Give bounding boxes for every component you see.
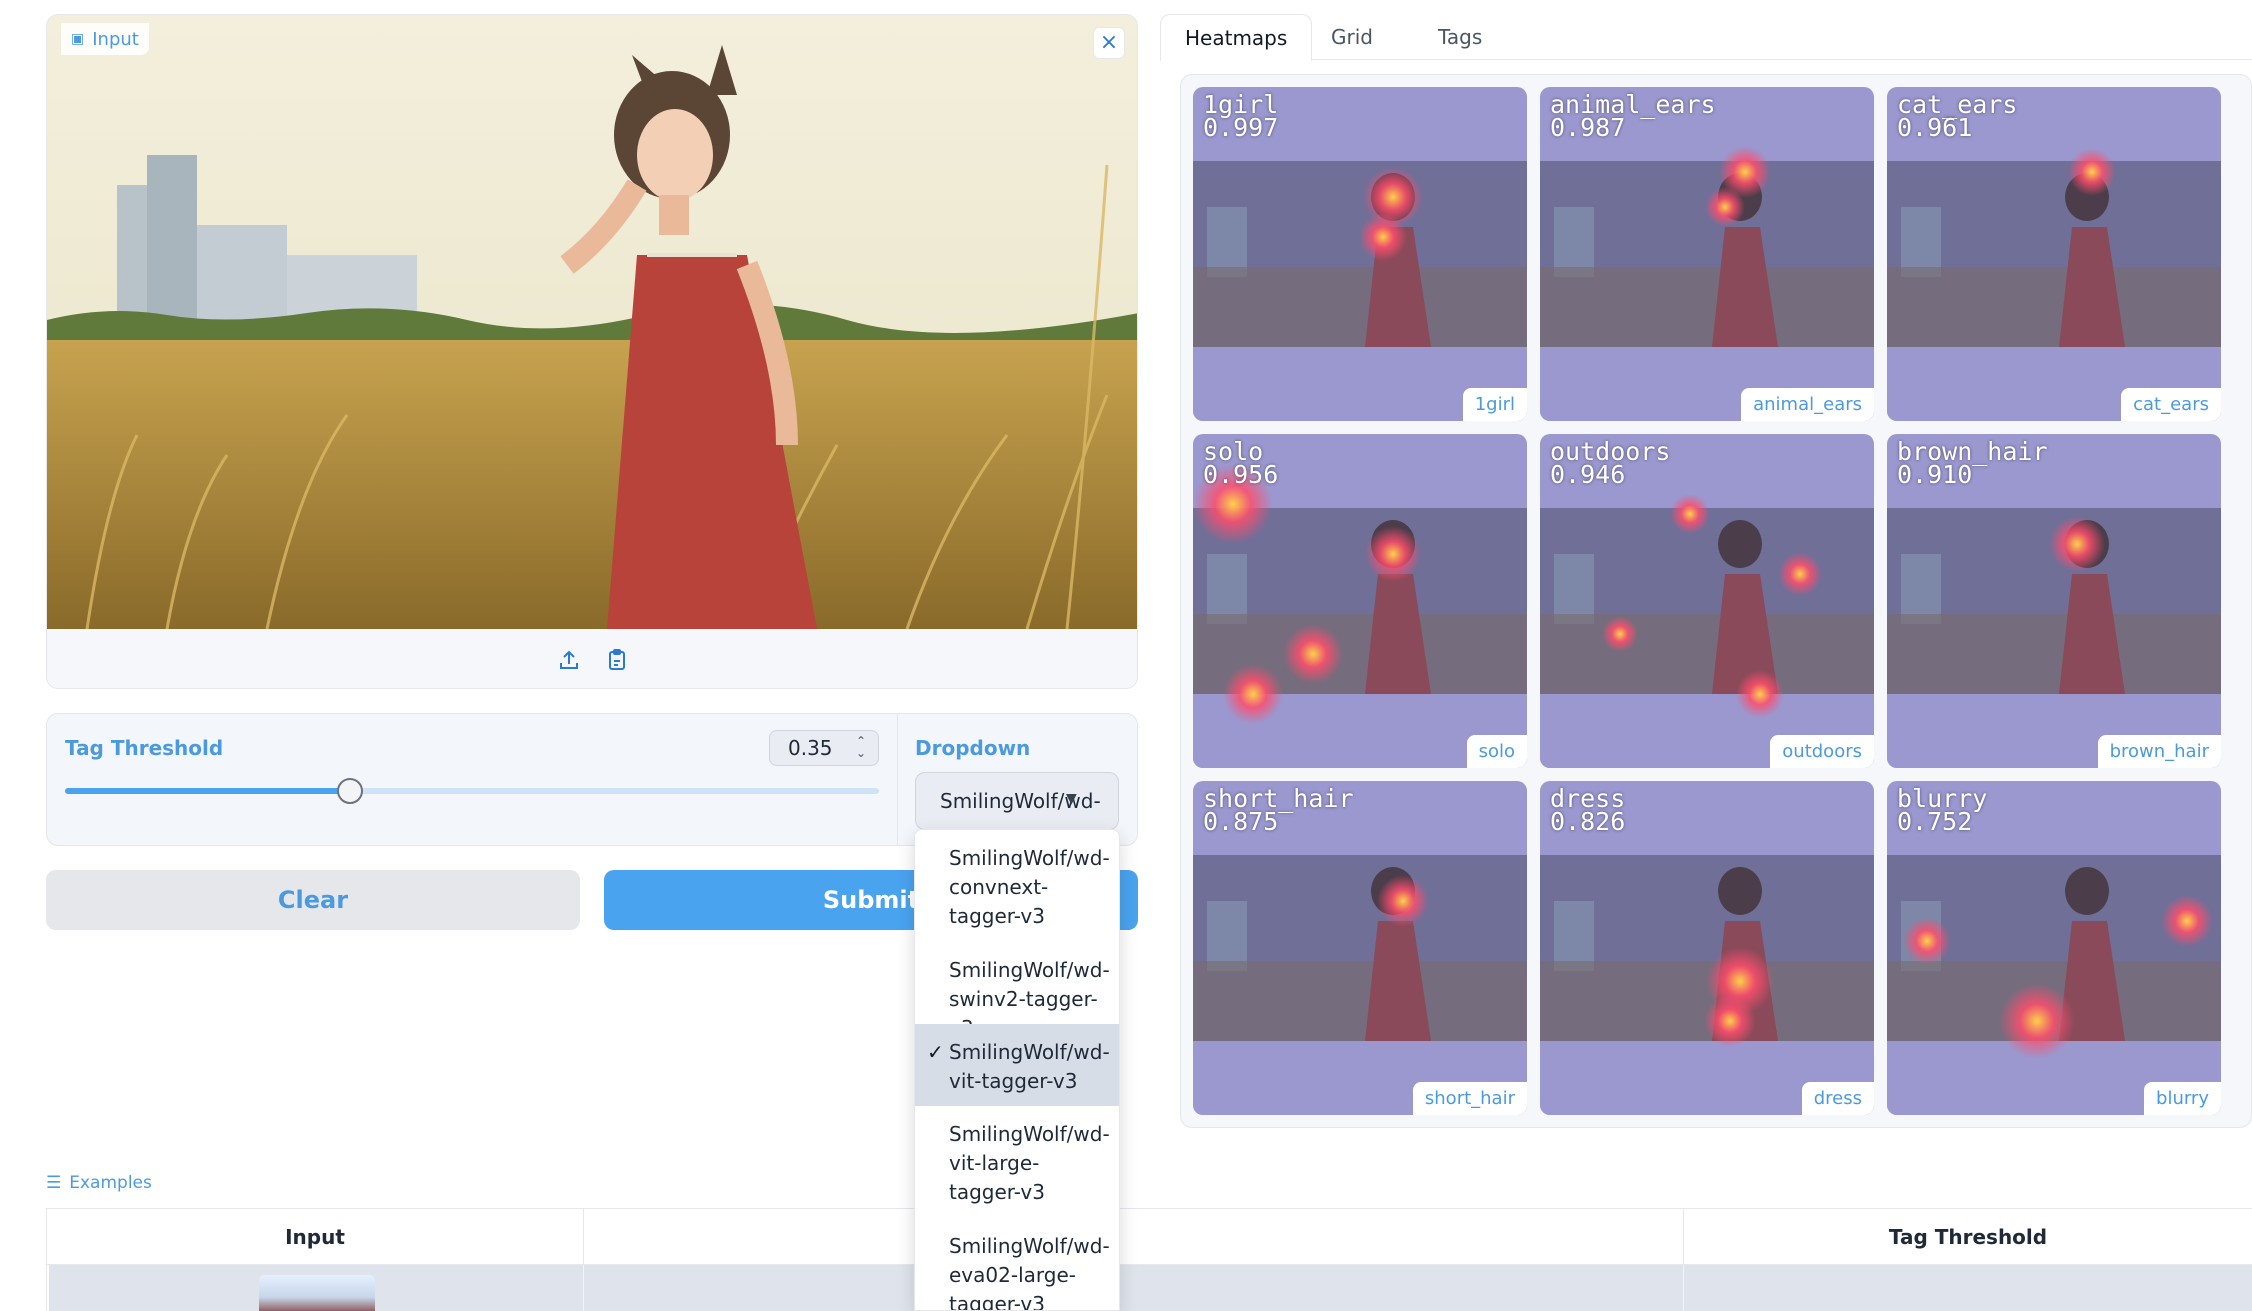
dropdown-option[interactable]: SmilingWolf/wd-eva02-large-tagger-v3 — [915, 1218, 1119, 1311]
heatmap-item[interactable]: brown_hair 0.910 brown_hair — [1887, 434, 2221, 768]
dropdown-label: Dropdown — [915, 736, 1031, 760]
example-cell-input[interactable] — [49, 1265, 584, 1311]
tab-grid[interactable]: Grid — [1307, 14, 1397, 60]
heatmap-item[interactable]: solo 0.956 solo — [1193, 434, 1527, 768]
heatmap-score: 0.875 — [1203, 807, 1279, 836]
slider-fill — [65, 788, 350, 794]
model-dropdown[interactable]: SmilingWolf/wd- — [915, 772, 1119, 830]
heatmap-score: 0.956 — [1203, 460, 1279, 489]
chevron-down-icon[interactable]: ▼ — [1066, 791, 1077, 807]
clear-button[interactable]: Clear — [46, 870, 580, 930]
heatmap-item[interactable]: animal_ears 0.987 animal_ears — [1540, 87, 1874, 421]
heatmap-tag-score: blurry 0.752 — [1897, 786, 1987, 836]
heatmap-item[interactable]: cat_ears 0.961 cat_ears — [1887, 87, 2221, 421]
examples-label: ☰ Examples — [46, 1173, 152, 1193]
clipboard-icon[interactable] — [604, 647, 630, 673]
tag-threshold-value: 0.35 — [788, 736, 833, 760]
dropdown-option-label: SmilingWolf/wd-vit-large-tagger-v3 — [949, 1122, 1110, 1204]
column-header-blank — [584, 1209, 1684, 1265]
output-tabs: Heatmaps Grid Tags — [1160, 14, 2252, 61]
spinner-icon[interactable]: ⌃ ⌄ — [852, 735, 870, 761]
heatmap-score: 0.961 — [1897, 113, 1973, 142]
heatmap-score: 0.997 — [1203, 113, 1279, 142]
heatmap-gallery: 1girl 0.997 1girl animal_ears 0.987 animal_ea… — [1180, 74, 2252, 1128]
tab-tags[interactable]: Tags — [1414, 14, 1506, 60]
model-dropdown-menu: SmilingWolf/wd-convnext-tagger-v3 Smilin… — [914, 829, 1120, 1311]
divider — [897, 714, 898, 845]
example-cell[interactable] — [584, 1265, 1684, 1311]
heatmap-score: 0.910 — [1897, 460, 1973, 489]
heatmap-score: 0.826 — [1550, 807, 1626, 836]
input-label-text: Input — [92, 28, 139, 50]
heatmap-tag-score: 1girl 0.997 — [1203, 92, 1279, 142]
examples-table: Input Tag Threshold — [46, 1208, 2252, 1311]
heatmap-caption: solo — [1466, 735, 1527, 768]
heatmap-score: 0.946 — [1550, 460, 1626, 489]
heatmap-caption: dress — [1801, 1082, 1874, 1115]
dropdown-option[interactable]: SmilingWolf/wd-vit-large-tagger-v3 — [915, 1106, 1119, 1218]
dropdown-option-selected[interactable]: ✓ SmilingWolf/wd-vit-tagger-v3 — [915, 1024, 1119, 1106]
input-toolbar — [47, 629, 1137, 688]
heatmap-tag-score: cat_ears 0.961 — [1897, 92, 2017, 142]
slider-thumb[interactable] — [336, 778, 363, 804]
column-header-tag-threshold: Tag Threshold — [1684, 1209, 2252, 1265]
heatmap-caption: short_hair — [1412, 1082, 1527, 1115]
heatmap-item[interactable]: dress 0.826 dress — [1540, 781, 1874, 1115]
input-image-panel[interactable]: ▣ Input × — [46, 14, 1138, 689]
heatmap-caption: 1girl — [1462, 388, 1527, 421]
image-icon: ▣ — [71, 31, 85, 47]
checkmark-icon: ✓ — [927, 1040, 944, 1064]
heatmap-caption: outdoors — [1770, 735, 1874, 768]
input-label: ▣ Input — [61, 23, 149, 55]
tag-threshold-slider[interactable] — [65, 778, 879, 804]
heatmap-item[interactable]: outdoors 0.946 outdoors — [1540, 434, 1874, 768]
heatmap-tag-score: solo 0.956 — [1203, 439, 1279, 489]
heatmap-score: 0.752 — [1897, 807, 1973, 836]
close-icon[interactable]: × — [1093, 27, 1125, 59]
heatmap-tag-score: animal_ears 0.987 — [1550, 92, 1716, 142]
dropdown-option[interactable]: SmilingWolf/wd-swinv2-tagger-v3 — [915, 942, 1119, 1040]
tag-threshold-number-input[interactable]: 0.35 ⌃ ⌄ — [769, 730, 879, 766]
heatmap-caption: brown_hair — [2097, 735, 2221, 768]
input-image — [47, 15, 1137, 629]
upload-icon[interactable] — [556, 647, 582, 673]
examples-label-text: Examples — [69, 1173, 152, 1193]
heatmap-item[interactable]: blurry 0.752 blurry — [1887, 781, 2221, 1115]
example-cell-threshold[interactable] — [1684, 1265, 2252, 1311]
example-thumbnail[interactable] — [259, 1275, 375, 1311]
heatmap-caption: cat_ears — [2121, 388, 2221, 421]
column-header-input: Input — [47, 1209, 584, 1265]
heatmap-item[interactable]: 1girl 0.997 1girl — [1193, 87, 1527, 421]
heatmap-item[interactable]: short_hair 0.875 short_hair — [1193, 781, 1527, 1115]
heatmap-tag-score: outdoors 0.946 — [1550, 439, 1670, 489]
heatmap-tag-score: brown_hair 0.910 — [1897, 439, 2048, 489]
heatmap-caption: blurry — [2144, 1082, 2221, 1115]
dropdown-option[interactable]: SmilingWolf/wd-convnext-tagger-v3 — [915, 830, 1119, 942]
heatmap-tag-score: dress 0.826 — [1550, 786, 1626, 836]
heatmap-tag-score: short_hair 0.875 — [1203, 786, 1354, 836]
list-icon: ☰ — [46, 1173, 62, 1193]
dropdown-option-label: SmilingWolf/wd-convnext-tagger-v3 — [949, 846, 1110, 928]
dropdown-option-label: SmilingWolf/wd-eva02-large-tagger-v3 — [949, 1234, 1110, 1311]
heatmap-caption: animal_ears — [1741, 388, 1874, 421]
heatmap-score: 0.987 — [1550, 113, 1626, 142]
dropdown-option-label: SmilingWolf/wd-vit-tagger-v3 — [949, 1040, 1110, 1093]
tag-threshold-label: Tag Threshold — [65, 736, 224, 760]
tab-heatmaps[interactable]: Heatmaps — [1160, 14, 1313, 61]
controls-panel: Tag Threshold 0.35 ⌃ ⌄ Dropdown SmilingWo… — [46, 713, 1138, 846]
